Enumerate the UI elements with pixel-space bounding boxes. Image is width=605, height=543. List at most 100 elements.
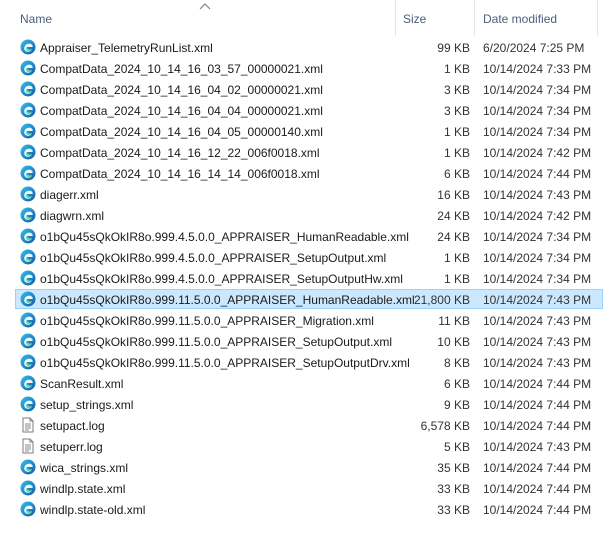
file-row[interactable]: o1bQu45sQkOkIR8o.999.11.5.0.0_APPRAISER_… — [0, 352, 605, 373]
file-name[interactable]: diagerr.xml — [40, 188, 99, 202]
column-header-date-modified[interactable]: Date modified — [483, 12, 557, 26]
file-row[interactable]: CompatData_2024_10_14_16_04_04_00000021.… — [0, 100, 605, 121]
file-name[interactable]: CompatData_2024_10_14_16_03_57_00000021.… — [40, 62, 323, 76]
file-name[interactable]: setup_strings.xml — [40, 398, 133, 412]
column-divider[interactable] — [474, 0, 475, 36]
file-row[interactable]: setup_strings.xml 9 KB 10/14/2024 7:44 PM — [0, 394, 605, 415]
edge-xml-icon — [20, 396, 36, 412]
file-row[interactable]: o1bQu45sQkOkIR8o.999.4.5.0.0_APPRAISER_S… — [0, 247, 605, 268]
file-date-modified: 10/14/2024 7:43 PM — [483, 314, 592, 328]
column-divider[interactable] — [597, 0, 598, 36]
file-name[interactable]: CompatData_2024_10_14_16_12_22_006f0018.… — [40, 146, 320, 160]
file-size: 1 KB — [443, 62, 470, 76]
file-size: 11 KB — [438, 314, 470, 328]
file-name[interactable]: CompatData_2024_10_14_16_04_05_00000140.… — [40, 125, 323, 139]
edge-xml-icon — [20, 459, 36, 475]
file-date-modified: 10/14/2024 7:44 PM — [483, 419, 592, 433]
file-size: 6,578 KB — [420, 419, 470, 433]
file-row[interactable]: o1bQu45sQkOkIR8o.999.11.5.0.0_APPRAISER_… — [0, 289, 605, 310]
file-name[interactable]: o1bQu45sQkOkIR8o.999.4.5.0.0_APPRAISER_S… — [40, 251, 386, 265]
file-row[interactable]: wica_strings.xml 35 KB 10/14/2024 7:44 PM — [0, 457, 605, 478]
edge-xml-icon — [20, 228, 36, 244]
file-date-modified: 6/20/2024 7:25 PM — [483, 41, 585, 55]
edge-xml-icon — [20, 501, 36, 517]
file-size: 16 KB — [437, 188, 470, 202]
file-size: 1 KB — [443, 272, 470, 286]
file-size: 35 KB — [437, 461, 470, 475]
edge-xml-icon — [20, 354, 36, 370]
column-divider[interactable] — [395, 0, 396, 36]
file-name[interactable]: diagwrn.xml — [40, 209, 104, 223]
file-row[interactable]: CompatData_2024_10_14_16_03_57_00000021.… — [0, 58, 605, 79]
file-name[interactable]: o1bQu45sQkOkIR8o.999.4.5.0.0_APPRAISER_H… — [40, 230, 409, 244]
file-date-modified: 10/14/2024 7:43 PM — [483, 293, 592, 307]
file-size: 5 KB — [443, 440, 470, 454]
file-row[interactable]: o1bQu45sQkOkIR8o.999.4.5.0.0_APPRAISER_H… — [0, 226, 605, 247]
file-name[interactable]: o1bQu45sQkOkIR8o.999.11.5.0.0_APPRAISER_… — [40, 314, 374, 328]
file-name[interactable]: setuperr.log — [40, 440, 103, 454]
file-row[interactable]: CompatData_2024_10_14_16_04_05_00000140.… — [0, 121, 605, 142]
file-size: 9 KB — [443, 398, 470, 412]
file-row[interactable]: o1bQu45sQkOkIR8o.999.11.5.0.0_APPRAISER_… — [0, 331, 605, 352]
file-date-modified: 10/14/2024 7:42 PM — [483, 209, 592, 223]
file-name[interactable]: setupact.log — [40, 419, 105, 433]
edge-xml-icon — [20, 123, 36, 139]
file-row[interactable]: setupact.log 6,578 KB 10/14/2024 7:44 PM — [0, 415, 605, 436]
edge-xml-icon — [20, 375, 36, 391]
edge-xml-icon — [20, 270, 36, 286]
file-row[interactable]: CompatData_2024_10_14_16_04_02_00000021.… — [0, 79, 605, 100]
file-row[interactable]: setuperr.log 5 KB 10/14/2024 7:43 PM — [0, 436, 605, 457]
file-name[interactable]: o1bQu45sQkOkIR8o.999.11.5.0.0_APPRAISER_… — [40, 335, 392, 349]
sort-ascending-icon[interactable] — [199, 2, 211, 10]
file-date-modified: 10/14/2024 7:44 PM — [483, 461, 592, 475]
file-date-modified: 10/14/2024 7:44 PM — [483, 503, 592, 517]
file-date-modified: 10/14/2024 7:34 PM — [483, 104, 592, 118]
file-size: 21,800 KB — [413, 293, 470, 307]
file-row[interactable]: Appraiser_TelemetryRunList.xml 99 KB 6/20/… — [0, 37, 605, 58]
file-size: 33 KB — [437, 482, 470, 496]
file-name[interactable]: CompatData_2024_10_14_16_04_02_00000021.… — [40, 83, 323, 97]
file-size: 33 KB — [437, 503, 470, 517]
edge-xml-icon — [20, 207, 36, 223]
file-size: 6 KB — [443, 167, 470, 181]
file-row[interactable]: windlp.state.xml 33 KB 10/14/2024 7:44 PM — [0, 478, 605, 499]
file-date-modified: 10/14/2024 7:44 PM — [483, 377, 592, 391]
file-name[interactable]: windlp.state-old.xml — [40, 503, 145, 517]
file-name[interactable]: Appraiser_TelemetryRunList.xml — [40, 41, 213, 55]
file-row[interactable]: windlp.state-old.xml 33 KB 10/14/2024 7:44… — [0, 499, 605, 520]
file-name[interactable]: ScanResult.xml — [40, 377, 123, 391]
file-name[interactable]: CompatData_2024_10_14_16_04_04_00000021.… — [40, 104, 323, 118]
column-header-size[interactable]: Size — [403, 12, 426, 26]
file-name[interactable]: windlp.state.xml — [40, 482, 125, 496]
edge-xml-icon — [20, 165, 36, 181]
edge-xml-icon — [20, 144, 36, 160]
file-row[interactable]: o1bQu45sQkOkIR8o.999.11.5.0.0_APPRAISER_… — [0, 310, 605, 331]
file-date-modified: 10/14/2024 7:43 PM — [483, 188, 592, 202]
file-name[interactable]: CompatData_2024_10_14_16_14_14_006f0018.… — [40, 167, 320, 181]
edge-xml-icon — [20, 291, 36, 307]
file-row[interactable]: diagerr.xml 16 KB 10/14/2024 7:43 PM — [0, 184, 605, 205]
edge-xml-icon — [20, 186, 36, 202]
column-header-name[interactable]: Name — [20, 12, 52, 26]
edge-xml-icon — [20, 102, 36, 118]
file-date-modified: 10/14/2024 7:34 PM — [483, 83, 592, 97]
file-row[interactable]: CompatData_2024_10_14_16_12_22_006f0018.… — [0, 142, 605, 163]
file-row[interactable]: diagwrn.xml 24 KB 10/14/2024 7:42 PM — [0, 205, 605, 226]
file-name[interactable]: o1bQu45sQkOkIR8o.999.11.5.0.0_APPRAISER_… — [40, 293, 415, 307]
file-row[interactable]: CompatData_2024_10_14_16_14_14_006f0018.… — [0, 163, 605, 184]
file-size: 99 KB — [437, 41, 470, 55]
file-size: 24 KB — [437, 209, 470, 223]
file-date-modified: 10/14/2024 7:34 PM — [483, 251, 592, 265]
edge-xml-icon — [20, 312, 36, 328]
file-size: 3 KB — [443, 104, 470, 118]
file-date-modified: 10/14/2024 7:33 PM — [483, 62, 592, 76]
file-date-modified: 10/14/2024 7:34 PM — [483, 272, 592, 286]
file-row[interactable]: ScanResult.xml 6 KB 10/14/2024 7:44 PM — [0, 373, 605, 394]
file-date-modified: 10/14/2024 7:34 PM — [483, 125, 592, 139]
edge-xml-icon — [20, 333, 36, 349]
file-name[interactable]: o1bQu45sQkOkIR8o.999.4.5.0.0_APPRAISER_S… — [40, 272, 403, 286]
file-name[interactable]: o1bQu45sQkOkIR8o.999.11.5.0.0_APPRAISER_… — [40, 356, 410, 370]
file-name[interactable]: wica_strings.xml — [40, 461, 128, 475]
edge-xml-icon — [20, 81, 36, 97]
file-row[interactable]: o1bQu45sQkOkIR8o.999.4.5.0.0_APPRAISER_S… — [0, 268, 605, 289]
